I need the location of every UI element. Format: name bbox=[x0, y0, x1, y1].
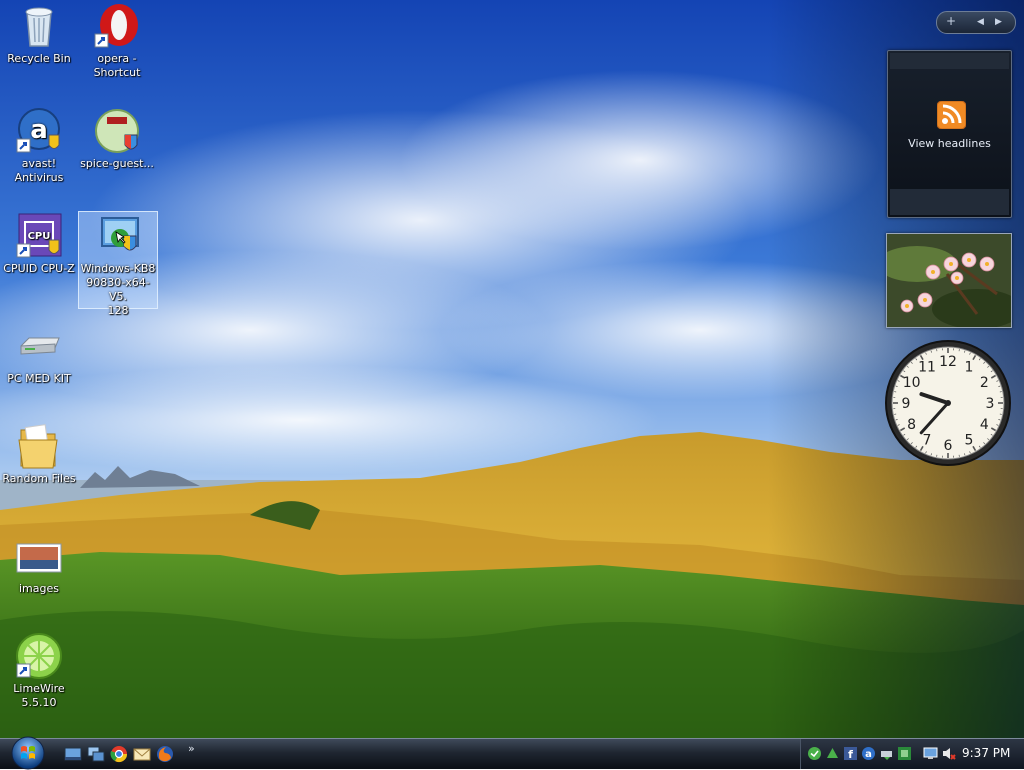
desktop-icon-label-line: 90830-x64-V5. bbox=[79, 276, 157, 304]
desktop-icon-cpuid-cpu-z[interactable]: CPU CPUID CPU-Z bbox=[0, 212, 78, 276]
folder-icon bbox=[15, 422, 63, 470]
desktop-icon-label: Recycle Bin bbox=[0, 52, 78, 66]
recycle-bin-icon bbox=[15, 2, 63, 50]
volume-muted-icon[interactable] bbox=[941, 746, 956, 761]
clock-number: 11 bbox=[918, 360, 936, 376]
quick-launch-more-button[interactable]: » bbox=[188, 742, 195, 755]
green-shield-icon[interactable] bbox=[807, 746, 822, 761]
clock-number: 8 bbox=[907, 417, 916, 433]
chrome-icon[interactable] bbox=[110, 745, 128, 763]
clock-number: 12 bbox=[939, 354, 957, 370]
limewire-icon bbox=[15, 632, 63, 680]
desktop[interactable]: Recycle Bin opera - Shortcut a avast! An… bbox=[0, 0, 1024, 738]
desktop-icon-limewire[interactable]: LimeWire 5.5.10 bbox=[0, 632, 78, 710]
avast-icon: a bbox=[15, 107, 63, 155]
taskbar: » f a 9:37 PM bbox=[0, 738, 1024, 769]
desktop-icon-label-line: 128 bbox=[79, 304, 157, 318]
cpuz-icon: CPU bbox=[15, 212, 63, 260]
clock-number: 2 bbox=[980, 375, 989, 391]
network-icon[interactable] bbox=[825, 746, 840, 761]
view-headlines-link[interactable]: View headlines bbox=[888, 137, 1011, 150]
svg-text:a: a bbox=[865, 749, 872, 760]
next-gadget-button[interactable]: ▶ bbox=[995, 17, 1002, 27]
clock-number: 1 bbox=[965, 360, 974, 376]
windows-update-icon bbox=[94, 212, 142, 260]
desktop-icon-label: PC MED KIT bbox=[0, 372, 78, 386]
clock-number: 7 bbox=[923, 432, 932, 448]
clock-number: 5 bbox=[965, 432, 974, 448]
desktop-icon-label: spice-guest... bbox=[78, 157, 156, 171]
desktop-icon-windows-kb890830[interactable]: Windows-KB8 90830-x64-V5. 128 bbox=[78, 211, 158, 309]
gadget-header-band bbox=[890, 53, 1009, 69]
slideshow-gadget[interactable] bbox=[886, 233, 1012, 328]
display-icon[interactable] bbox=[923, 746, 938, 761]
gadget-controls: + ◀ ▶ bbox=[936, 11, 1016, 34]
taskbar-clock[interactable]: 9:37 PM bbox=[962, 746, 1010, 760]
svg-text:a: a bbox=[30, 115, 48, 145]
desktop-icon-images[interactable]: images bbox=[0, 532, 78, 596]
desktop-icon-label: images bbox=[0, 582, 78, 596]
svg-text:f: f bbox=[848, 748, 853, 761]
windows-start-orb[interactable] bbox=[8, 736, 48, 770]
desktop-icon-label: CPUID CPU-Z bbox=[0, 262, 78, 276]
clock-gadget[interactable]: 12 12 3 45678 9 1011 bbox=[884, 339, 1012, 467]
desktop-icon-random-files[interactable]: Random Files bbox=[0, 422, 78, 486]
switch-windows-icon[interactable] bbox=[87, 745, 105, 763]
prev-gadget-button[interactable]: ◀ bbox=[977, 17, 984, 27]
desktop-icon-label: LimeWire 5.5.10 bbox=[0, 682, 78, 710]
desktop-icon-pc-med-kit[interactable]: PC MED KIT bbox=[0, 322, 78, 386]
opera-icon bbox=[93, 2, 141, 50]
svg-text:CPU: CPU bbox=[28, 231, 51, 242]
gadget-footer-band bbox=[890, 189, 1009, 215]
images-icon bbox=[15, 532, 63, 580]
desktop-icon-avast-antivirus[interactable]: a avast! Antivirus bbox=[0, 107, 78, 185]
facebook-icon[interactable]: f bbox=[843, 746, 858, 761]
desktop-icon-label: avast! Antivirus bbox=[0, 157, 78, 185]
feed-headlines-gadget[interactable]: View headlines bbox=[887, 50, 1012, 218]
flowers-photo bbox=[887, 234, 1011, 327]
show-desktop-icon[interactable] bbox=[64, 745, 82, 763]
add-gadget-button[interactable]: + bbox=[946, 14, 956, 28]
update-icon[interactable] bbox=[897, 746, 912, 761]
desktop-icon-recycle-bin[interactable]: Recycle Bin bbox=[0, 2, 78, 66]
desktop-icon-label: Random Files bbox=[0, 472, 78, 486]
clock-number: 9 bbox=[902, 396, 911, 412]
clock-number: 6 bbox=[944, 438, 953, 454]
clock-number: 10 bbox=[903, 375, 921, 391]
mail-icon[interactable] bbox=[133, 745, 151, 763]
safely-remove-icon[interactable] bbox=[879, 746, 894, 761]
rss-icon bbox=[937, 101, 966, 129]
spice-guest-icon bbox=[93, 107, 141, 155]
clock-number: 3 bbox=[986, 396, 995, 412]
desktop-icon-opera-shortcut[interactable]: opera - Shortcut bbox=[78, 2, 156, 80]
firefox-icon[interactable] bbox=[156, 745, 174, 763]
desktop-icon-label: opera - Shortcut bbox=[78, 52, 156, 80]
desktop-icon-label-line: Windows-KB8 bbox=[79, 262, 157, 276]
avast-tray-icon[interactable]: a bbox=[861, 746, 876, 761]
drive-icon bbox=[15, 322, 63, 370]
clock-number: 4 bbox=[980, 417, 989, 433]
desktop-icon-spice-guest[interactable]: spice-guest... bbox=[78, 107, 156, 171]
